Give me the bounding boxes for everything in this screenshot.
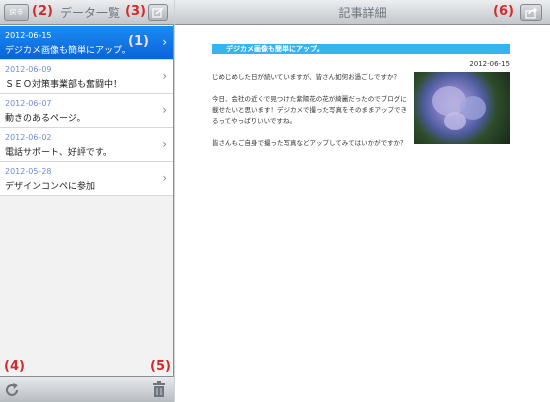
list-item[interactable]: 2012-06-09 ＳＥＯ対策事業部も奮闘中！ › bbox=[0, 60, 173, 94]
item-title: 電話サポート、好評です。 bbox=[5, 148, 112, 158]
chevron-right-icon: › bbox=[162, 137, 167, 151]
refresh-button[interactable] bbox=[4, 382, 20, 398]
list-item[interactable]: 2012-06-07 動きのあるページ。 › bbox=[0, 94, 173, 128]
compose-icon bbox=[152, 7, 164, 18]
share-icon bbox=[525, 7, 537, 19]
article-paragraph: 載せたいと思います！デジカメで撮った写真をそのままアップでき bbox=[212, 106, 407, 114]
list-pane: 戻る (2) データ一覧 (3) 2012-06-15 デジカメ画像も簡単にアッ… bbox=[0, 0, 174, 402]
list-toolbar: (4) (5) bbox=[0, 359, 174, 402]
marker-refresh: (4) bbox=[4, 359, 25, 374]
marker-share: (6) bbox=[493, 4, 514, 19]
list-item[interactable]: 2012-06-02 電話サポート、好評です。 › bbox=[0, 128, 173, 162]
item-title: 動きのあるページ。 bbox=[5, 114, 86, 124]
article-paragraph: じめじめした日が続いていますが、皆さん如何お過ごしですか？ bbox=[212, 73, 400, 81]
article-paragraph: 皆さんもご自身で撮った写真などアップしてみてはいかがですか？ bbox=[212, 139, 407, 147]
item-date: 2012-06-02 bbox=[5, 133, 52, 142]
back-button[interactable]: 戻る bbox=[4, 4, 29, 21]
refresh-icon bbox=[6, 383, 18, 396]
article-paragraph: 今日、会社の近くで見つけた紫陽花の花が綺麗だったのでブログに bbox=[212, 95, 407, 103]
marker-compose: (3) bbox=[125, 4, 146, 19]
hydrangea-photo bbox=[414, 72, 510, 144]
delete-button[interactable] bbox=[152, 381, 166, 398]
item-title: ＳＥＯ対策事業部も奮闘中！ bbox=[5, 80, 123, 90]
item-date: 2012-06-09 bbox=[5, 65, 52, 74]
marker-back: (2) bbox=[32, 4, 53, 19]
detail-pane: 記事詳細 (6) デジカメ画像も簡単にアップ。 2012-06-15 じめじめし… bbox=[175, 0, 550, 402]
detail-navbar: 記事詳細 (6) bbox=[175, 0, 550, 25]
chevron-right-icon: › bbox=[162, 103, 167, 117]
list-item[interactable]: 2012-05-28 デザインコンペに参加 › bbox=[0, 162, 173, 196]
chevron-right-icon: › bbox=[162, 69, 167, 83]
item-date: 2012-06-07 bbox=[5, 99, 52, 108]
trash-icon bbox=[153, 381, 165, 397]
item-date: 2012-06-15 bbox=[5, 31, 52, 40]
article-body: デジカメ画像も簡単にアップ。 2012-06-15 じめじめした日が続いています… bbox=[212, 44, 510, 147]
chevron-right-icon: › bbox=[162, 35, 167, 49]
compose-button[interactable] bbox=[148, 4, 168, 21]
share-button[interactable] bbox=[520, 4, 542, 21]
item-title: デザインコンペに参加 bbox=[5, 182, 96, 192]
item-date: 2012-05-28 bbox=[5, 167, 52, 176]
marker-delete: (5) bbox=[150, 359, 171, 374]
list-title: データ一覧 bbox=[60, 6, 121, 20]
list-item[interactable]: 2012-06-15 デジカメ画像も簡単にアップ。 (1) › bbox=[0, 26, 173, 60]
article-heading: デジカメ画像も簡単にアップ。 bbox=[212, 44, 510, 54]
article-list: 2012-06-15 デジカメ画像も簡単にアップ。 (1) › 2012-06-… bbox=[0, 26, 173, 196]
list-navbar: 戻る (2) データ一覧 (3) bbox=[0, 0, 174, 25]
chevron-right-icon: › bbox=[162, 171, 167, 185]
marker-selected: (1) bbox=[128, 34, 149, 49]
article-date: 2012-06-15 bbox=[469, 60, 510, 68]
article-paragraph: るってやっぱりいいですね。 bbox=[212, 117, 296, 125]
item-title: デジカメ画像も簡単にアップ。 bbox=[5, 46, 131, 56]
